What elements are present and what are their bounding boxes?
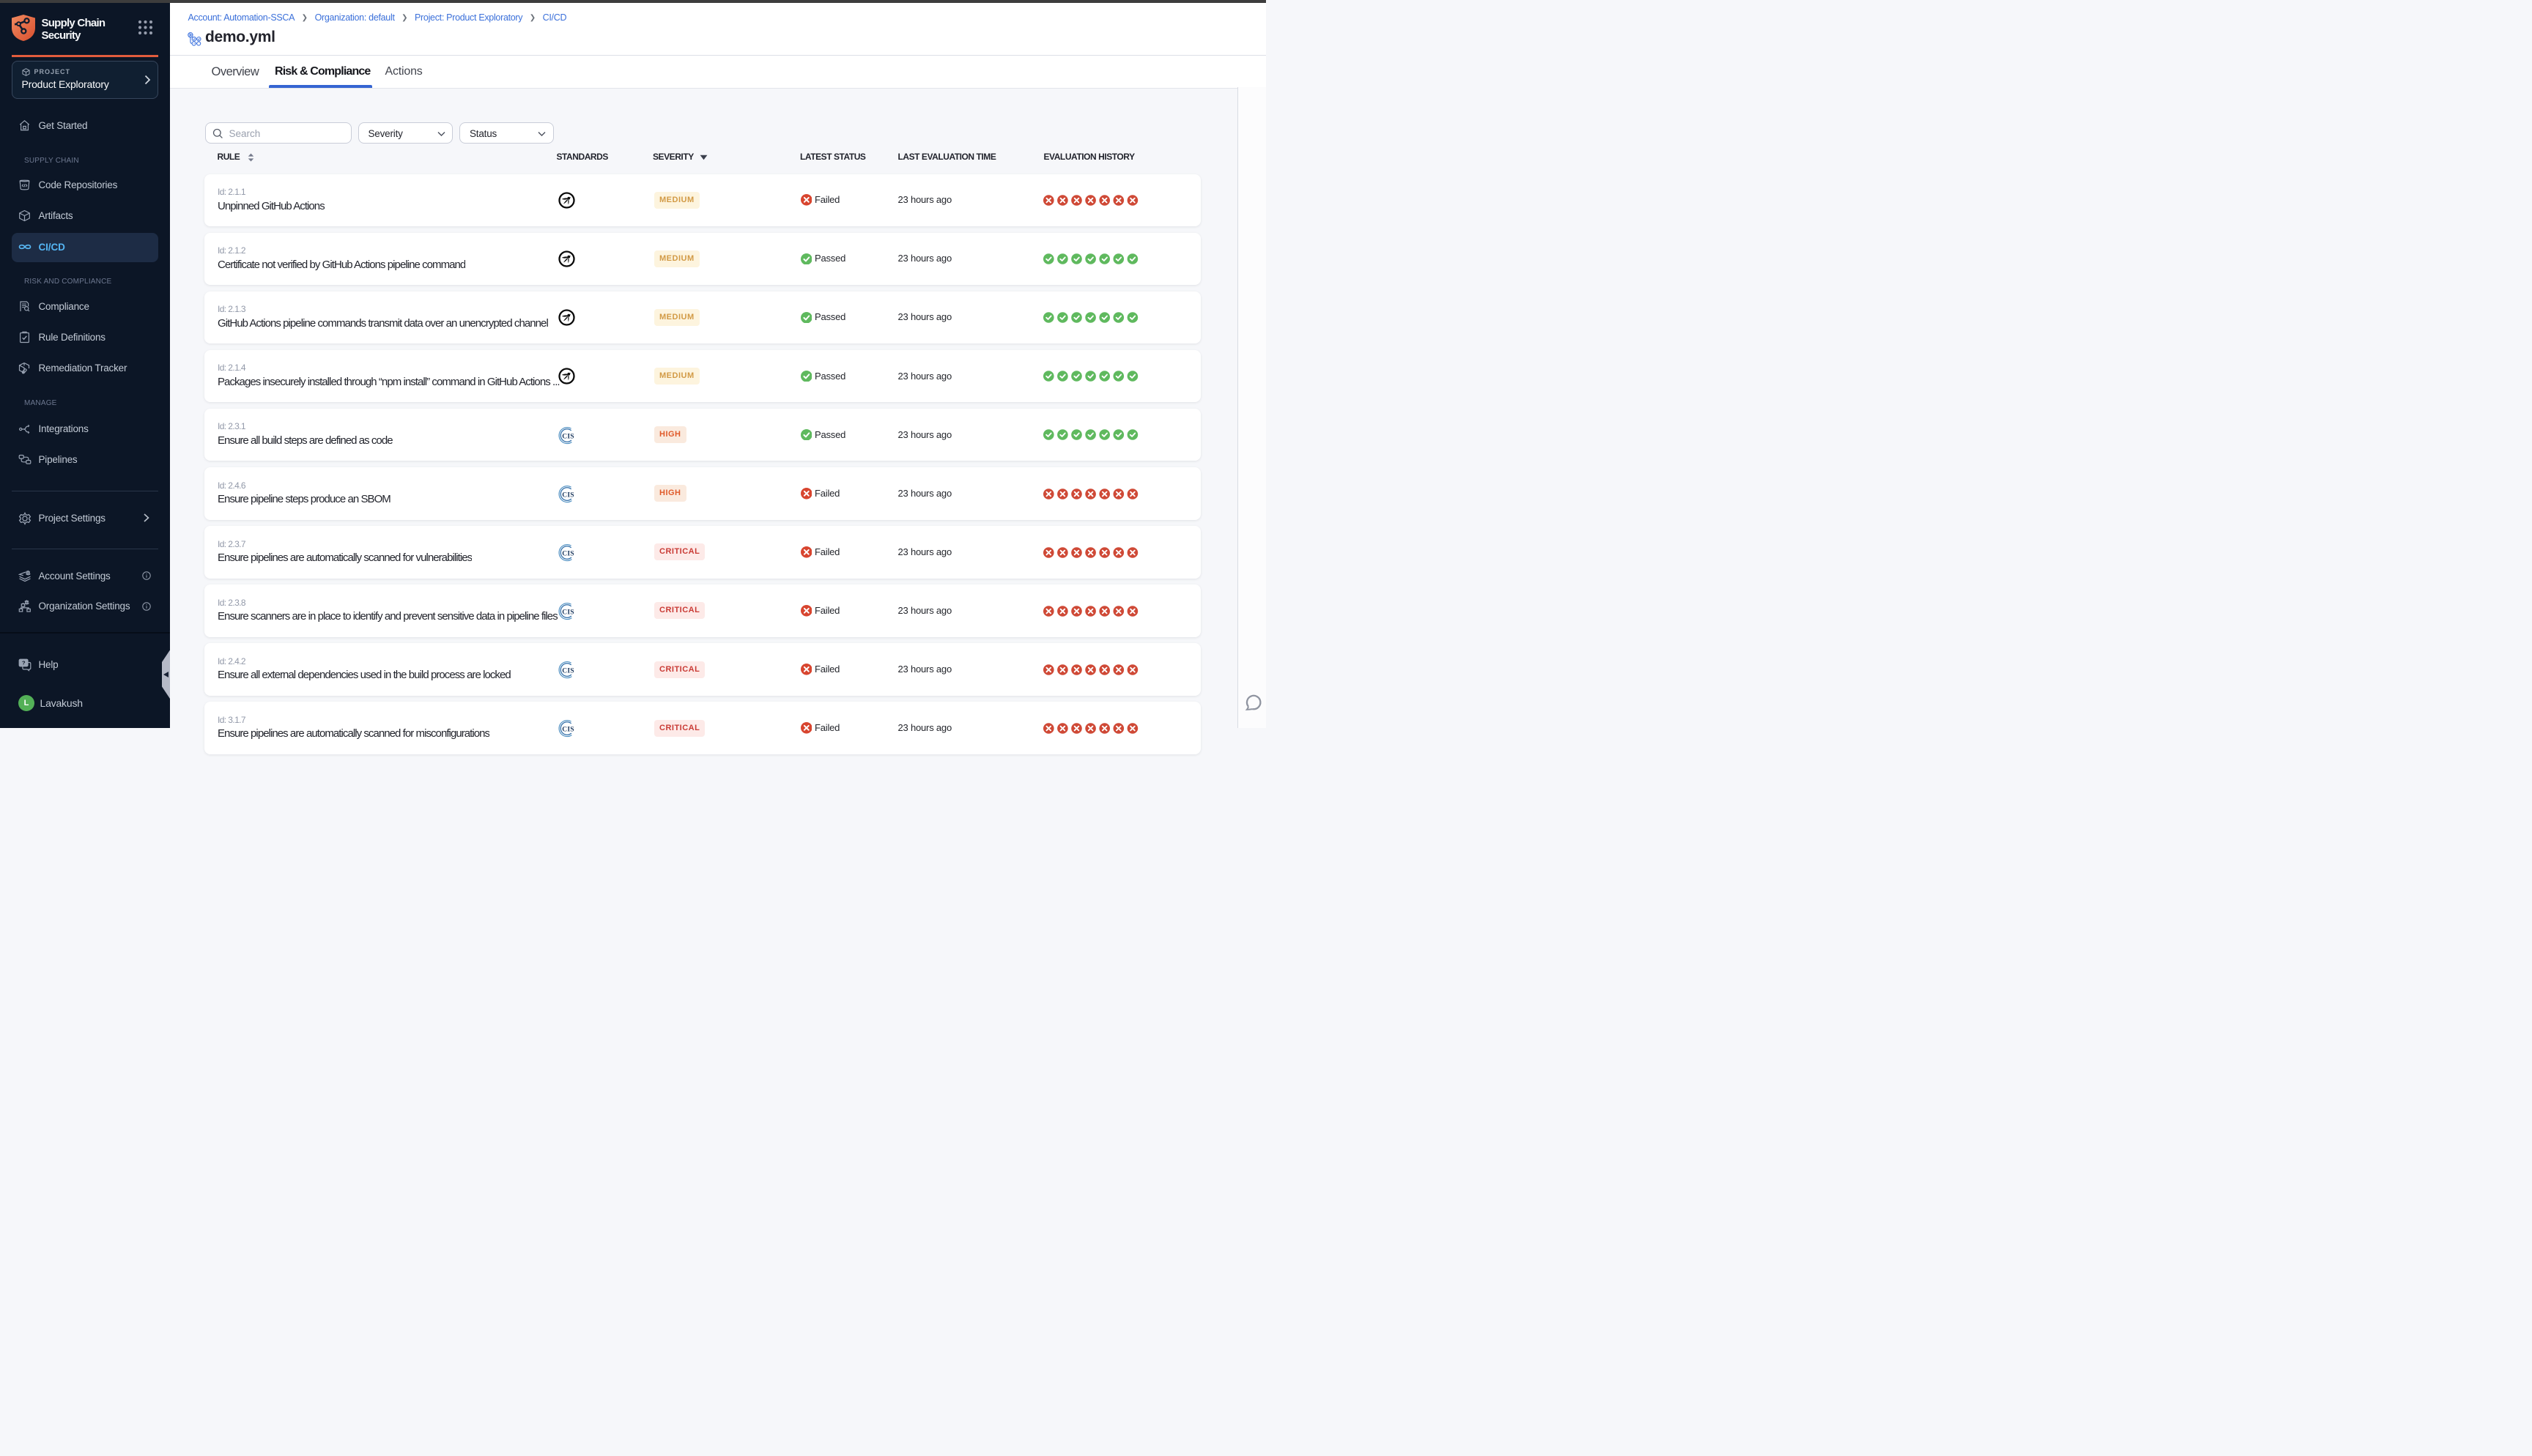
svg-text:CIS: CIS bbox=[562, 433, 574, 440]
svg-text:?: ? bbox=[22, 660, 26, 666]
svg-text:CIS: CIS bbox=[562, 491, 574, 499]
svg-text:CIS: CIS bbox=[562, 726, 574, 733]
svg-text:CIS: CIS bbox=[562, 667, 574, 675]
svg-text:CIS: CIS bbox=[562, 609, 574, 616]
svg-text:CIS: CIS bbox=[562, 550, 574, 557]
